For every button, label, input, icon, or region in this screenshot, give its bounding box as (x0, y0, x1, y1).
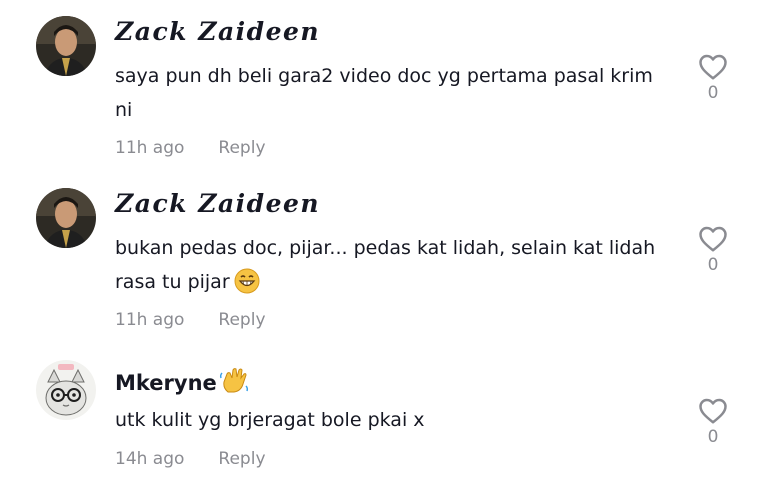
reply-button[interactable]: Reply (218, 310, 265, 330)
like-count: 0 (707, 255, 719, 275)
comment-username[interactable]: Zack Zaideen (115, 17, 320, 46)
comment-meta: 11h ago Reply (115, 310, 266, 330)
comment-text: saya pun dh beli gara2 video doc yg pert… (115, 65, 653, 121)
comment-timestamp: 14h ago (115, 449, 185, 469)
avatar[interactable] (36, 16, 96, 76)
heart-outline-icon (699, 398, 727, 424)
grinning-face-emoji-icon (234, 268, 260, 305)
like-button[interactable]: 0 (696, 225, 730, 275)
comment-username[interactable]: Zack Zaideen (115, 189, 320, 218)
comment-text: utk kulit yg brjeragat bole pkai x (115, 409, 425, 431)
comment-meta: 11h ago Reply (115, 138, 266, 158)
like-button[interactable]: 0 (696, 397, 730, 447)
comment-timestamp: 11h ago (115, 310, 185, 330)
heart-outline-icon (699, 54, 727, 80)
waving-hand-emoji-icon (219, 366, 249, 399)
like-button[interactable]: 0 (696, 53, 730, 103)
like-count: 0 (707, 427, 719, 447)
comment-text-content: bukan pedas doc, pijar... pedas kat lida… (115, 237, 656, 293)
comment-timestamp: 11h ago (115, 138, 185, 158)
comment-meta: 14h ago Reply (115, 449, 266, 469)
avatar[interactable] (36, 188, 96, 248)
comment-username-row: Mkeryne (115, 366, 249, 399)
like-count: 0 (707, 83, 719, 103)
comment-username[interactable]: Mkeryne (115, 371, 217, 395)
comment-text: bukan pedas doc, pijar... pedas kat lida… (115, 231, 675, 305)
avatar[interactable] (36, 360, 96, 420)
reply-button[interactable]: Reply (218, 138, 265, 158)
reply-button[interactable]: Reply (218, 449, 265, 469)
heart-outline-icon (699, 226, 727, 252)
